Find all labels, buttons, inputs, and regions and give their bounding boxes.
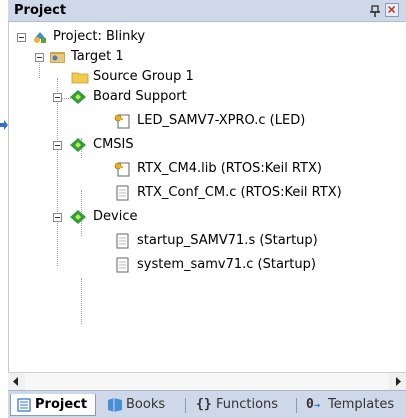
tree-item-label: RTX_Conf_CM.c (RTOS:Keil RTX) xyxy=(137,185,342,200)
folder-icon xyxy=(71,72,89,84)
tree-item-label: RTX_CM4.lib (RTOS:Keil RTX) xyxy=(137,161,322,176)
panel-tab-strip: Project Books {} Functions 0→ Templates xyxy=(8,390,406,418)
tree-item-label: CMSIS xyxy=(93,137,134,152)
tab-books[interactable]: Books xyxy=(102,394,184,416)
functions-icon: {} xyxy=(196,397,212,412)
tree-item-label: Board Support xyxy=(93,89,187,104)
tab-project[interactable]: Project xyxy=(10,394,96,416)
tree-item-rtx-conf[interactable]: RTX_Conf_CM.c (RTOS:Keil RTX) xyxy=(9,183,406,203)
tree-item-led-file[interactable]: LED_SAMV7-XPRO.c (LED) xyxy=(9,111,406,131)
scroll-track[interactable] xyxy=(25,373,389,390)
tree-item-label: LED_SAMV7-XPRO.c (LED) xyxy=(137,113,306,128)
pin-icon[interactable] xyxy=(368,4,382,18)
component-icon xyxy=(70,90,86,104)
project-icon xyxy=(34,32,46,43)
tree-item-label: Source Group 1 xyxy=(93,69,194,84)
project-tree[interactable]: Project: Blinky Target 1 Source Group 1 xyxy=(8,22,406,372)
tree-item-device[interactable]: Device xyxy=(9,207,406,227)
scroll-right-button[interactable] xyxy=(389,373,406,390)
tab-label: Functions xyxy=(216,397,279,412)
target-icon xyxy=(50,52,65,63)
templates-icon: 0→ xyxy=(306,397,320,412)
tab-separator xyxy=(185,398,186,413)
collapse-toggle[interactable] xyxy=(53,213,62,222)
collapse-toggle[interactable] xyxy=(17,33,26,42)
tab-templates[interactable]: 0→ Templates xyxy=(304,394,404,416)
component-icon xyxy=(70,210,86,224)
tree-item-label: Device xyxy=(93,209,138,224)
close-icon[interactable] xyxy=(385,3,399,17)
tab-functions[interactable]: {} Functions xyxy=(194,394,294,416)
file-icon xyxy=(116,185,129,201)
config-file-icon xyxy=(114,114,130,129)
horizontal-scrollbar[interactable] xyxy=(8,372,406,390)
tree-item-label: Target 1 xyxy=(71,49,124,64)
tree-line xyxy=(81,278,83,324)
arrow-right-icon xyxy=(396,377,401,386)
tree-item-label: Project: Blinky xyxy=(53,29,146,44)
tree-item-rtx-lib[interactable]: RTX_CM4.lib (RTOS:Keil RTX) xyxy=(9,159,406,179)
tree-item-label: system_samv71.c (Startup) xyxy=(137,257,316,272)
tree-item-system-file[interactable]: system_samv71.c (Startup) xyxy=(9,255,406,275)
arrow-right-icon xyxy=(0,120,8,130)
books-icon xyxy=(108,398,122,412)
tree-item-target[interactable]: Target 1 xyxy=(9,47,406,67)
tree-item-board-support[interactable]: Board Support xyxy=(9,87,406,107)
tab-label: Templates xyxy=(328,397,395,412)
tree-item-source-group[interactable]: Source Group 1 xyxy=(9,67,406,87)
editor-gutter xyxy=(0,0,8,418)
window-titlebar: Project xyxy=(8,0,406,22)
tree-item-label: startup_SAMV71.s (Startup) xyxy=(137,233,318,248)
collapse-toggle[interactable] xyxy=(53,93,62,102)
file-icon xyxy=(116,257,129,273)
window-title: Project xyxy=(14,3,67,18)
tree-item-startup-file[interactable]: startup_SAMV71.s (Startup) xyxy=(9,231,406,251)
tree-item-cmsis[interactable]: CMSIS xyxy=(9,135,406,155)
config-file-icon xyxy=(114,162,130,177)
project-window: Project Project: Blinky Target 1 Source … xyxy=(8,0,406,418)
tab-label: Project xyxy=(35,397,88,412)
file-icon xyxy=(116,233,129,249)
arrow-left-icon xyxy=(13,377,18,386)
tab-label: Books xyxy=(126,397,166,412)
scroll-left-button[interactable] xyxy=(8,373,25,390)
collapse-toggle[interactable] xyxy=(53,141,62,150)
tab-separator xyxy=(296,398,297,413)
component-icon xyxy=(70,138,86,152)
project-tab-icon xyxy=(17,398,31,412)
collapse-toggle[interactable] xyxy=(35,53,44,62)
tree-item-project[interactable]: Project: Blinky xyxy=(9,27,406,47)
